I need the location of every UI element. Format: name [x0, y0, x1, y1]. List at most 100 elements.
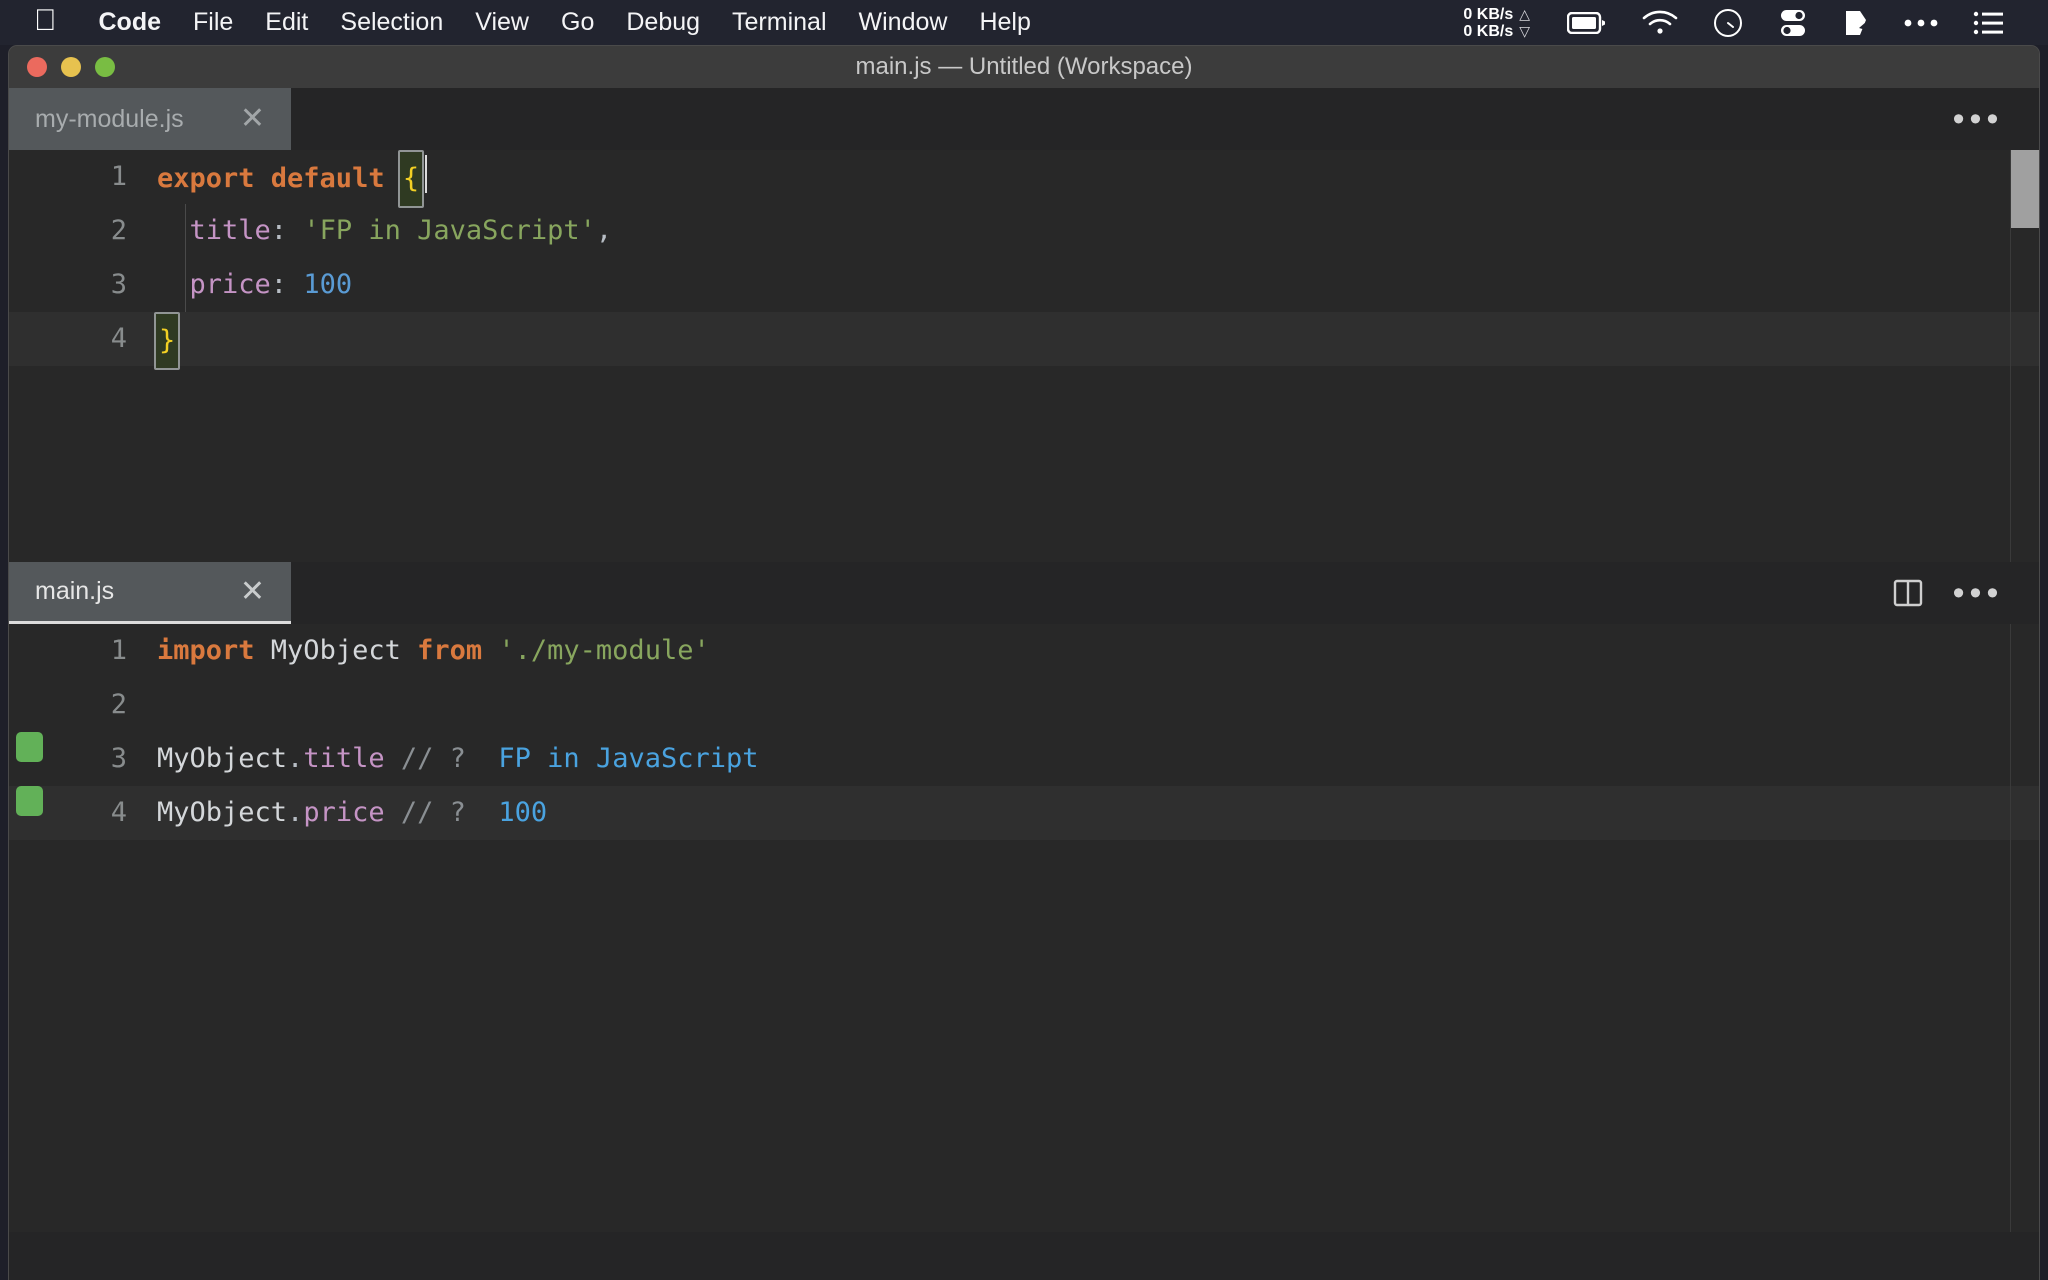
code-line[interactable]: 1import MyObject from './my-module'	[9, 624, 2039, 678]
coverage-indicator	[9, 732, 49, 762]
upload-speed: 0 KB/s	[1463, 6, 1513, 23]
upload-arrow-icon: △	[1519, 6, 1530, 23]
line-number[interactable]: 2	[49, 678, 157, 732]
token-str: './my-module'	[498, 635, 709, 666]
window-titlebar: main.js — Untitled (Workspace)	[9, 46, 2039, 88]
line-content: MyObject.price // ? 100	[157, 786, 547, 840]
tabbar-actions-bottom: •••	[1873, 562, 2039, 624]
token-str: 'FP in JavaScript'	[303, 215, 596, 246]
editor-group-bottom: main.js ✕ ••• 1import MyObje	[9, 562, 2039, 1232]
menu-item-code[interactable]: Code	[83, 8, 178, 37]
vertical-scrollbar-thumb[interactable]	[2011, 150, 2039, 228]
menu-item-file[interactable]: File	[177, 8, 249, 37]
line-content: MyObject.title // ? FP in JavaScript	[157, 732, 759, 786]
token-key: export default	[157, 163, 401, 194]
line-number[interactable]: 1	[49, 624, 157, 678]
token-punc: ,	[596, 215, 612, 246]
more-actions-button[interactable]: •••	[1943, 88, 2013, 150]
token-key: import	[157, 635, 271, 666]
shield-badge-icon[interactable]	[1843, 8, 1869, 38]
token-prop: price	[303, 797, 384, 828]
bracket-match: {	[398, 150, 424, 208]
list-menu-icon[interactable]	[1973, 10, 2005, 36]
code-line[interactable]: 2	[9, 678, 2039, 732]
token-com: // ?	[401, 743, 466, 774]
token-plain	[466, 743, 499, 774]
code-line[interactable]: 4MyObject.price // ? 100	[9, 786, 2039, 840]
split-editor-icon	[1891, 576, 1925, 610]
close-icon[interactable]: ✕	[216, 106, 265, 132]
editor-group-top: my-module.js ✕ ••• 1export default {2 ti…	[9, 88, 2039, 562]
token-prop: price	[190, 269, 271, 300]
line-number[interactable]: 1	[49, 150, 157, 204]
token-plain	[466, 797, 499, 828]
editor-my-module-js[interactable]: 1export default {2 title: 'FP in JavaScr…	[9, 150, 2039, 562]
token-inline-value: FP in JavaScript	[498, 743, 758, 774]
split-editor-button[interactable]	[1873, 562, 1943, 624]
menu-item-view[interactable]: View	[459, 8, 545, 37]
line-number[interactable]: 2	[49, 204, 157, 258]
line-number[interactable]: 3	[49, 732, 157, 786]
menu-item-help[interactable]: Help	[963, 8, 1046, 37]
tabbar-actions-top: •••	[1943, 88, 2039, 150]
tabbar-top: my-module.js ✕ •••	[9, 88, 2039, 150]
token-punc: .	[287, 743, 303, 774]
line-number[interactable]: 4	[49, 312, 157, 366]
token-plain	[157, 215, 190, 246]
toggles-icon[interactable]	[1777, 8, 1809, 38]
ellipsis-icon[interactable]	[1903, 18, 1939, 28]
token-inline-value: 100	[498, 797, 547, 828]
macos-menubar:  Code File Edit Selection View Go Debug…	[0, 0, 2048, 45]
scrollbar-track	[2010, 624, 2011, 1232]
tab-main-js[interactable]: main.js ✕	[9, 562, 291, 624]
line-content: }	[157, 312, 177, 370]
token-plain: MyObject	[157, 743, 287, 774]
menu-item-go[interactable]: Go	[545, 8, 610, 37]
code-line[interactable]: 4}	[9, 312, 2039, 366]
gauge-icon[interactable]	[1713, 8, 1743, 38]
token-punc: .	[287, 797, 303, 828]
menu-item-window[interactable]: Window	[843, 8, 964, 37]
close-icon[interactable]: ✕	[216, 579, 265, 605]
menu-item-edit[interactable]: Edit	[249, 8, 324, 37]
battery-icon[interactable]	[1567, 12, 1607, 34]
line-number[interactable]: 4	[49, 786, 157, 840]
coverage-square-icon	[16, 786, 43, 816]
more-actions-button[interactable]: •••	[1943, 562, 2013, 624]
download-arrow-icon: ▽	[1519, 23, 1530, 40]
download-speed: 0 KB/s	[1463, 23, 1513, 40]
menu-item-debug[interactable]: Debug	[610, 8, 716, 37]
code-line[interactable]: 1export default {	[9, 150, 2039, 204]
token-plain	[385, 743, 401, 774]
token-prop: title	[190, 215, 271, 246]
tab-label: my-module.js	[35, 105, 184, 134]
token-plain: MyObject	[157, 797, 287, 828]
editor-main-js[interactable]: 1import MyObject from './my-module'23MyO…	[9, 624, 2039, 1232]
code-line[interactable]: 2 title: 'FP in JavaScript',	[9, 204, 2039, 258]
vscode-window: main.js — Untitled (Workspace) my-module…	[8, 45, 2040, 1280]
menu-item-selection[interactable]: Selection	[324, 8, 459, 37]
code-line[interactable]: 3MyObject.title // ? FP in JavaScript	[9, 732, 2039, 786]
line-content: import MyObject from './my-module'	[157, 624, 710, 678]
token-num: 100	[303, 269, 352, 300]
line-content: title: 'FP in JavaScript',	[157, 204, 612, 258]
apple-logo-icon[interactable]: 	[34, 7, 57, 35]
token-punc: :	[271, 215, 304, 246]
line-number[interactable]: 3	[49, 258, 157, 312]
menu-item-terminal[interactable]: Terminal	[716, 8, 842, 37]
token-key: from	[417, 635, 498, 666]
tab-my-module-js[interactable]: my-module.js ✕	[9, 88, 291, 150]
code-line[interactable]: 3 price: 100	[9, 258, 2039, 312]
line-content: export default {	[157, 150, 427, 208]
window-title: main.js — Untitled (Workspace)	[9, 53, 2039, 81]
token-prop: title	[303, 743, 384, 774]
coverage-square-icon	[16, 732, 43, 762]
token-com: // ?	[401, 797, 466, 828]
network-speed-indicator[interactable]: 0 KB/s 0 KB/s △ ▽	[1463, 6, 1530, 40]
text-cursor	[425, 155, 427, 193]
token-punc: :	[271, 269, 304, 300]
tab-label: main.js	[35, 577, 114, 606]
menubar-status-icons: 0 KB/s 0 KB/s △ ▽	[1463, 6, 2022, 40]
wifi-icon[interactable]	[1641, 10, 1679, 36]
line-content: price: 100	[157, 258, 352, 312]
